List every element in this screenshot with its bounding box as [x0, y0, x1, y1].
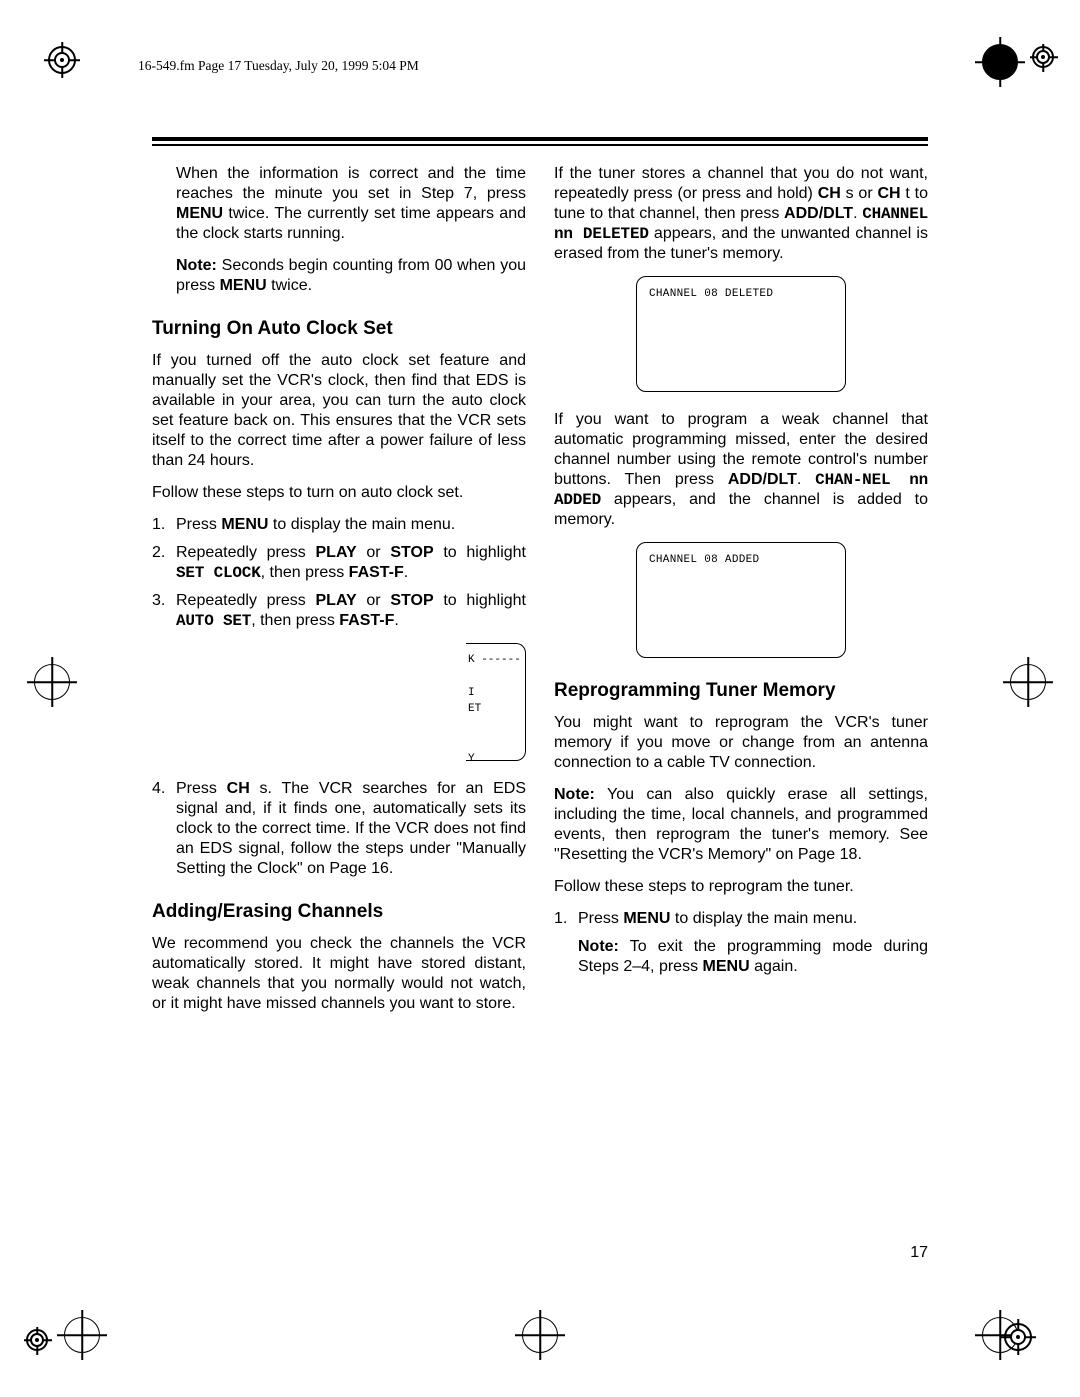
osd-screen-deleted: CHANNEL 08 DELETED	[636, 276, 846, 392]
paragraph: If you want to program a weak channel th…	[554, 410, 928, 530]
paragraph: We recommend you check the channels the …	[152, 934, 526, 1014]
register-mark-icon	[48, 46, 76, 74]
step-item: 2. Repeatedly press PLAY or STOP to high…	[152, 543, 526, 583]
document-page: 16-549.fm Page 17 Tuesday, July 20, 1999…	[0, 0, 1080, 1397]
register-mark-icon	[1004, 1323, 1032, 1351]
register-mark-icon	[26, 1329, 48, 1351]
note-paragraph: Note: Seconds begin counting from 00 whe…	[152, 256, 526, 296]
heading-reprogramming: Reprogramming Tuner Memory	[554, 680, 928, 703]
osd-screen-added: CHANNEL 08 ADDED	[636, 542, 846, 658]
step-item: 4. Press CH s. The VCR searches for an E…	[152, 779, 526, 879]
paragraph: If the tuner stores a channel that you d…	[554, 164, 928, 264]
register-mark-icon	[1032, 46, 1054, 68]
register-mark-icon	[522, 1317, 558, 1353]
header-rules	[152, 137, 928, 146]
register-mark-icon	[982, 44, 1018, 80]
paragraph: Follow these steps to turn on auto clock…	[152, 483, 526, 503]
header-metadata: 16-549.fm Page 17 Tuesday, July 20, 1999…	[138, 58, 419, 74]
step-note: Note: To exit the programming mode durin…	[578, 937, 928, 977]
left-column: When the information is correct and the …	[152, 164, 526, 1026]
step-item: 3. Repeatedly press PLAY or STOP to high…	[152, 591, 526, 631]
heading-adding-erasing: Adding/Erasing Channels	[152, 901, 526, 924]
right-column: If the tuner stores a channel that you d…	[554, 164, 928, 1026]
paragraph: Follow these steps to reprogram the tune…	[554, 877, 928, 897]
register-mark-icon	[34, 664, 70, 700]
osd-screen-clip: K ------ I ET Y	[466, 643, 526, 761]
paragraph: You might want to reprogram the VCR's tu…	[554, 713, 928, 773]
heading-auto-clock: Turning On Auto Clock Set	[152, 318, 526, 341]
paragraph: When the information is correct and the …	[152, 164, 526, 244]
register-mark-icon	[982, 1317, 1018, 1353]
register-mark-icon	[1010, 664, 1046, 700]
paragraph: If you turned off the auto clock set fea…	[152, 351, 526, 471]
page-number: 17	[910, 1244, 928, 1262]
note-paragraph: Note: You can also quickly erase all set…	[554, 785, 928, 865]
content-area: When the information is correct and the …	[152, 137, 928, 1262]
step-item: 1. Press MENU to display the main menu. …	[554, 909, 928, 977]
step-item: 1. Press MENU to display the main menu.	[152, 515, 526, 535]
register-mark-icon	[64, 1317, 100, 1353]
